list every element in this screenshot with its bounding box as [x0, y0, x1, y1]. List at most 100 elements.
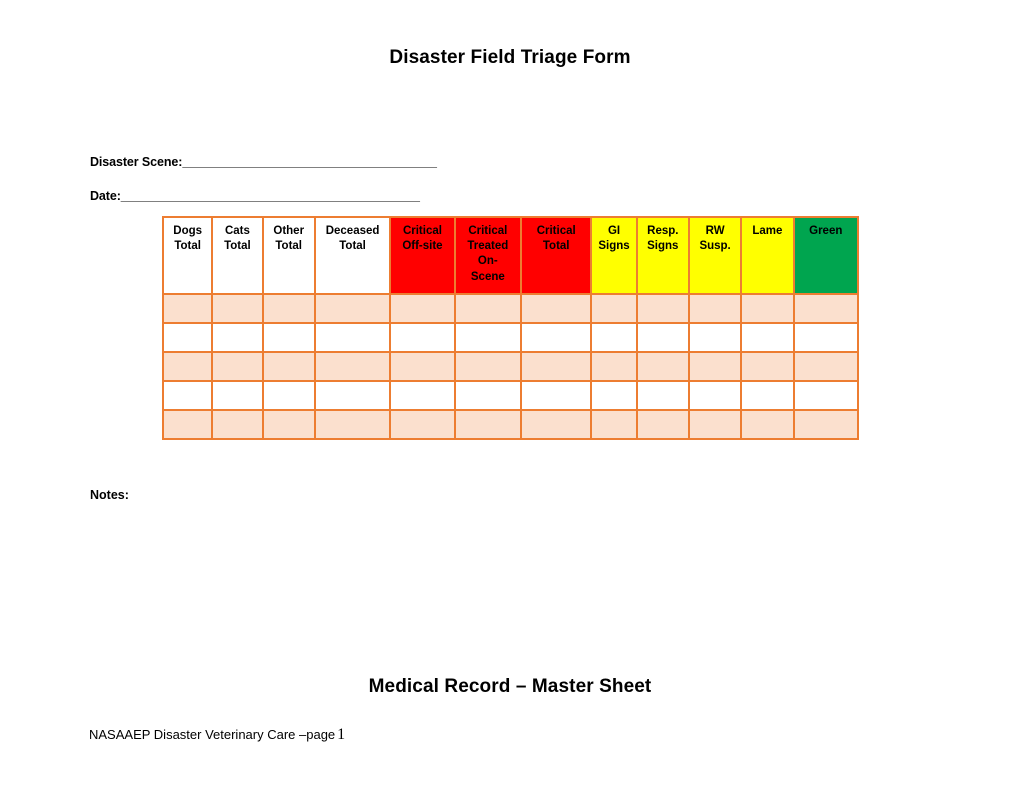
header-label-line: Total: [275, 240, 303, 253]
table-cell-r0-c1[interactable]: [211, 293, 264, 324]
table-cell-r2-c2[interactable]: [261, 351, 316, 382]
table-cell-r3-c9[interactable]: [687, 380, 743, 411]
table-cell-r2-c9[interactable]: [687, 351, 743, 382]
table-cell-r4-c11[interactable]: [792, 409, 860, 440]
table-cell-r1-c10[interactable]: [740, 322, 795, 353]
date-label: Date:: [90, 189, 121, 203]
table-header-cell-5: Critical Treated On- Scene: [453, 216, 523, 295]
notes-label: Notes:: [90, 488, 129, 502]
table-header-cell-3: Deceased Total: [313, 216, 392, 295]
header-label-line: Total: [542, 240, 570, 253]
table-cell-r0-c7[interactable]: [590, 293, 638, 324]
table-cell-r2-c3[interactable]: [313, 351, 392, 382]
header-label-line: Dogs: [173, 225, 203, 237]
table-cell-r2-c11[interactable]: [792, 351, 860, 382]
header-label-line: Other: [273, 225, 305, 237]
header-label-line: Critical: [468, 225, 508, 237]
header-label-line: Treated: [467, 240, 509, 253]
table-cell-r3-c6[interactable]: [520, 380, 593, 411]
table-cell-r0-c2[interactable]: [261, 293, 316, 324]
table-cell-r4-c1[interactable]: [211, 409, 264, 440]
table-cell-r2-c10[interactable]: [740, 351, 795, 382]
table-cell-r3-c11[interactable]: [792, 380, 860, 411]
header-label-line: GI: [607, 225, 621, 237]
table-header-cell-2: Other Total: [261, 216, 316, 295]
table-cell-r4-c5[interactable]: [453, 409, 523, 440]
table-cell-r2-c6[interactable]: [520, 351, 593, 382]
header-label-line: Signs: [647, 240, 679, 253]
table-cell-r0-c0[interactable]: [161, 293, 214, 324]
document-page: Disaster Field Triage Form Disaster Scen…: [0, 0, 1020, 788]
table-cell-r4-c7[interactable]: [590, 409, 638, 440]
table-cell-r1-c7[interactable]: [590, 322, 638, 353]
table-header-row: Dogs Total Cats Total Other Total Deceased Tota…: [161, 216, 860, 295]
table-cell-r2-c1[interactable]: [211, 351, 264, 382]
table-row: [161, 322, 860, 353]
table-cell-r3-c0[interactable]: [161, 380, 214, 411]
table-cell-r0-c4[interactable]: [389, 293, 456, 324]
table-cell-r1-c8[interactable]: [635, 322, 690, 353]
table-cell-r0-c8[interactable]: [635, 293, 690, 324]
header-label-line: Deceased: [325, 225, 380, 237]
table-cell-r2-c7[interactable]: [590, 351, 638, 382]
table-header-cell-9: RW Susp.: [687, 216, 743, 295]
table-header-cell-8: Resp. Signs: [635, 216, 690, 295]
table-cell-r1-c4[interactable]: [389, 322, 456, 353]
header-label-line: Critical: [536, 225, 576, 237]
header-label-line: Total: [174, 240, 201, 253]
header-label-line: Critical: [402, 225, 442, 237]
table-cell-r1-c5[interactable]: [453, 322, 523, 353]
table-cell-r0-c6[interactable]: [520, 293, 593, 324]
table-cell-r3-c5[interactable]: [453, 380, 523, 411]
table-cell-r1-c3[interactable]: [313, 322, 392, 353]
header-label-line: On-: [477, 255, 498, 268]
table-cell-r1-c1[interactable]: [211, 322, 264, 353]
header-label-line: Green: [809, 225, 843, 237]
footer: NASAAEP Disaster Veterinary Care –page 1: [89, 726, 345, 744]
header-label-line: Total: [339, 240, 366, 253]
table-row: [161, 380, 860, 411]
table-cell-r3-c10[interactable]: [740, 380, 795, 411]
header-label-line: Resp.: [647, 225, 679, 237]
table-cell-r1-c2[interactable]: [261, 322, 316, 353]
table-row: [161, 293, 860, 324]
table-cell-r2-c8[interactable]: [635, 351, 690, 382]
table-cell-r0-c3[interactable]: [313, 293, 392, 324]
table-cell-r4-c8[interactable]: [635, 409, 690, 440]
footer-text: NASAAEP Disaster Veterinary Care –page: [89, 727, 336, 742]
table-cell-r2-c0[interactable]: [161, 351, 214, 382]
table-cell-r3-c3[interactable]: [313, 380, 392, 411]
table-header-cell-4: Critical Off-site: [389, 216, 456, 295]
table-cell-r1-c6[interactable]: [520, 322, 593, 353]
table-header-cell-1: Cats Total: [211, 216, 264, 295]
table-cell-r4-c9[interactable]: [687, 409, 743, 440]
table-cell-r4-c6[interactable]: [520, 409, 593, 440]
table-cell-r4-c4[interactable]: [389, 409, 456, 440]
table-cell-r1-c11[interactable]: [792, 322, 860, 353]
page-subtitle: Medical Record – Master Sheet: [368, 676, 652, 697]
table-header-cell-10: Lame: [740, 216, 795, 295]
table-cell-r3-c2[interactable]: [261, 380, 316, 411]
table-cell-r4-c10[interactable]: [740, 409, 795, 440]
table-cell-r2-c4[interactable]: [389, 351, 456, 382]
table-cell-r1-c0[interactable]: [161, 322, 214, 353]
table-cell-r3-c7[interactable]: [590, 380, 638, 411]
table-cell-r1-c9[interactable]: [687, 322, 743, 353]
disaster-scene-field: Disaster Scene:_________________________…: [90, 155, 437, 169]
date-blank[interactable]: ________________________________________…: [121, 189, 420, 203]
table-cell-r4-c2[interactable]: [261, 409, 316, 440]
table-cell-r3-c8[interactable]: [635, 380, 690, 411]
table-row: [161, 409, 860, 440]
table-cell-r0-c10[interactable]: [740, 293, 795, 324]
table-cell-r0-c11[interactable]: [792, 293, 860, 324]
table-cell-r4-c0[interactable]: [161, 409, 214, 440]
table-cell-r3-c1[interactable]: [211, 380, 264, 411]
table-body: [161, 293, 860, 440]
table-row: [161, 351, 860, 382]
table-cell-r4-c3[interactable]: [313, 409, 392, 440]
disaster-scene-blank[interactable]: ________________________________________: [182, 155, 437, 169]
table-cell-r0-c9[interactable]: [687, 293, 743, 324]
table-cell-r3-c4[interactable]: [389, 380, 456, 411]
table-cell-r0-c5[interactable]: [453, 293, 523, 324]
table-cell-r2-c5[interactable]: [453, 351, 523, 382]
